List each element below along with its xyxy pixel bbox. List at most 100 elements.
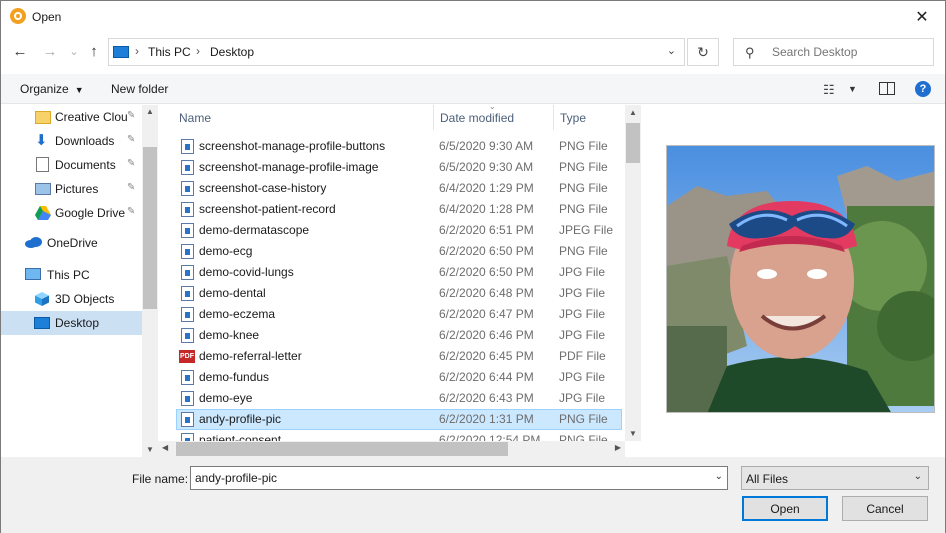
- file-row[interactable]: demo-dermatascope 6/2/2020 6:51 PM JPEG …: [176, 220, 622, 241]
- image-file-icon: [181, 286, 194, 301]
- sidebar-item-creative-cloud[interactable]: Creative Clou ✎: [1, 105, 142, 129]
- file-type: PNG File: [559, 160, 608, 174]
- scroll-up-icon[interactable]: ▲: [629, 108, 637, 117]
- scrollbar-thumb[interactable]: [626, 123, 640, 163]
- image-file-icon: [181, 370, 194, 385]
- sidebar-item-pictures[interactable]: Pictures ✎: [1, 177, 142, 201]
- sidebar-item-google-drive[interactable]: Google Drive ✎: [1, 201, 142, 225]
- column-header-type[interactable]: Type: [560, 105, 586, 130]
- address-dropdown-icon[interactable]: ⌄: [667, 44, 676, 57]
- back-button[interactable]: ←: [10, 41, 30, 61]
- file-name-label: File name:: [132, 472, 189, 486]
- file-row[interactable]: demo-eye 6/2/2020 6:43 PM JPG File: [176, 388, 622, 409]
- documents-icon: [36, 157, 49, 172]
- file-row[interactable]: PDF demo-referral-letter 6/2/2020 6:45 P…: [176, 346, 622, 367]
- open-button[interactable]: Open: [742, 496, 828, 521]
- file-row[interactable]: demo-knee 6/2/2020 6:46 PM JPG File: [176, 325, 622, 346]
- scrollbar-thumb[interactable]: [176, 442, 508, 456]
- file-row[interactable]: demo-eczema 6/2/2020 6:47 PM JPG File: [176, 304, 622, 325]
- file-date: 6/2/2020 1:31 PM: [439, 412, 534, 426]
- sidebar-item-downloads[interactable]: ⬇ Downloads ✎: [1, 129, 142, 153]
- scroll-down-icon[interactable]: ▼: [146, 445, 154, 454]
- scroll-left-icon[interactable]: ◀: [162, 443, 168, 452]
- column-separator[interactable]: [553, 105, 554, 130]
- file-row[interactable]: demo-dental 6/2/2020 6:48 PM JPG File: [176, 283, 622, 304]
- file-name: demo-knee: [199, 328, 260, 342]
- cancel-button[interactable]: Cancel: [842, 496, 928, 521]
- sidebar-item-desktop[interactable]: Desktop: [1, 311, 142, 335]
- file-date: 6/2/2020 6:43 PM: [439, 391, 534, 405]
- preview-pane-toggle-icon[interactable]: [879, 82, 895, 95]
- help-icon[interactable]: ?: [915, 81, 931, 97]
- new-folder-button[interactable]: New folder: [111, 82, 168, 96]
- file-row[interactable]: screenshot-case-history 6/4/2020 1:29 PM…: [176, 178, 622, 199]
- file-list: ⌄ Name Date modified Type screenshot-man…: [171, 105, 625, 441]
- recent-locations-button[interactable]: ⌄: [64, 41, 84, 61]
- preview-pane: [641, 105, 945, 457]
- scroll-right-icon[interactable]: ▶: [615, 443, 621, 452]
- navigation-scrollbar[interactable]: ▲ ▼: [142, 105, 158, 457]
- file-name: demo-dermatascope: [199, 223, 310, 237]
- onedrive-icon: [25, 237, 42, 253]
- file-type: JPG File: [559, 265, 606, 279]
- chevron-down-icon[interactable]: ⌄: [715, 471, 723, 482]
- file-date: 6/2/2020 12:54 PM: [439, 433, 541, 441]
- file-date: 6/2/2020 6:46 PM: [439, 328, 534, 342]
- file-type: JPG File: [559, 391, 606, 405]
- file-type-select[interactable]: All Files ⌄: [741, 466, 929, 490]
- view-options-icon[interactable]: ☷: [823, 82, 835, 98]
- file-list-horizontal-scrollbar[interactable]: ◀ ▶: [158, 441, 625, 457]
- sidebar-item-this-pc[interactable]: This PC: [1, 263, 142, 287]
- sidebar-item-onedrive[interactable]: OneDrive: [1, 231, 142, 255]
- file-row[interactable]: patient-consent 6/2/2020 12:54 PM PNG Fi…: [176, 430, 622, 441]
- chevron-down-icon: ⌄: [69, 45, 79, 58]
- file-date: 6/4/2020 1:28 PM: [439, 202, 534, 216]
- file-row[interactable]: demo-fundus 6/2/2020 6:44 PM JPG File: [176, 367, 622, 388]
- column-header-name[interactable]: Name: [179, 105, 211, 130]
- file-row[interactable]: screenshot-patient-record 6/4/2020 1:28 …: [176, 199, 622, 220]
- breadcrumb-this-pc[interactable]: This PC: [148, 45, 191, 59]
- sidebar-item-label: Desktop: [55, 316, 100, 330]
- sidebar-item-label: OneDrive: [47, 236, 98, 250]
- sidebar-item-documents[interactable]: Documents ✎: [1, 153, 142, 177]
- organize-label: Organize: [20, 82, 69, 96]
- scroll-down-icon[interactable]: ▼: [629, 429, 637, 438]
- file-type: JPG File: [559, 307, 606, 321]
- new-folder-label: New folder: [111, 82, 169, 96]
- close-button[interactable]: ✕: [899, 1, 945, 32]
- arrow-right-icon: →: [42, 42, 58, 60]
- column-header-date-modified[interactable]: Date modified: [440, 105, 514, 130]
- scrollbar-thumb[interactable]: [143, 147, 157, 309]
- image-file-icon: [181, 160, 194, 175]
- view-dropdown-icon[interactable]: ▼: [848, 84, 857, 94]
- file-name-input[interactable]: [195, 470, 705, 486]
- image-file-icon: [181, 244, 194, 259]
- file-name: screenshot-manage-profile-buttons: [199, 139, 386, 153]
- file-row-selected[interactable]: andy-profile-pic 6/2/2020 1:31 PM PNG Fi…: [176, 409, 622, 430]
- refresh-button[interactable]: ↻: [687, 38, 719, 66]
- search-box[interactable]: ⚲: [733, 38, 934, 66]
- this-pc-icon: [25, 268, 41, 280]
- column-separator[interactable]: [433, 105, 434, 130]
- file-row[interactable]: demo-ecg 6/2/2020 6:50 PM PNG File: [176, 241, 622, 262]
- file-row[interactable]: screenshot-manage-profile-image 6/5/2020…: [176, 157, 622, 178]
- up-button[interactable]: ↑: [84, 41, 104, 61]
- file-list-vertical-scrollbar[interactable]: ▲ ▼: [625, 105, 641, 441]
- address-bar[interactable]: › This PC › Desktop ⌄: [108, 38, 685, 66]
- close-icon: ✕: [915, 8, 929, 26]
- scroll-up-icon[interactable]: ▲: [146, 107, 154, 116]
- file-row[interactable]: screenshot-manage-profile-buttons 6/5/20…: [176, 136, 622, 157]
- preview-image: [666, 145, 935, 413]
- search-input[interactable]: [772, 43, 927, 61]
- sidebar-item-label: 3D Objects: [55, 292, 115, 306]
- sidebar-item-3d-objects[interactable]: 3D Objects: [1, 287, 142, 311]
- organize-button[interactable]: Organize ▼: [20, 82, 84, 96]
- refresh-icon: ↻: [697, 43, 709, 60]
- forward-button[interactable]: →: [40, 41, 60, 61]
- file-name: demo-eczema: [199, 307, 276, 321]
- file-name-combobox[interactable]: ⌄: [190, 466, 728, 490]
- file-type: PNG File: [559, 244, 608, 258]
- file-date: 6/2/2020 6:50 PM: [439, 244, 534, 258]
- file-row[interactable]: demo-covid-lungs 6/2/2020 6:50 PM JPG Fi…: [176, 262, 622, 283]
- breadcrumb-desktop[interactable]: Desktop: [210, 45, 254, 59]
